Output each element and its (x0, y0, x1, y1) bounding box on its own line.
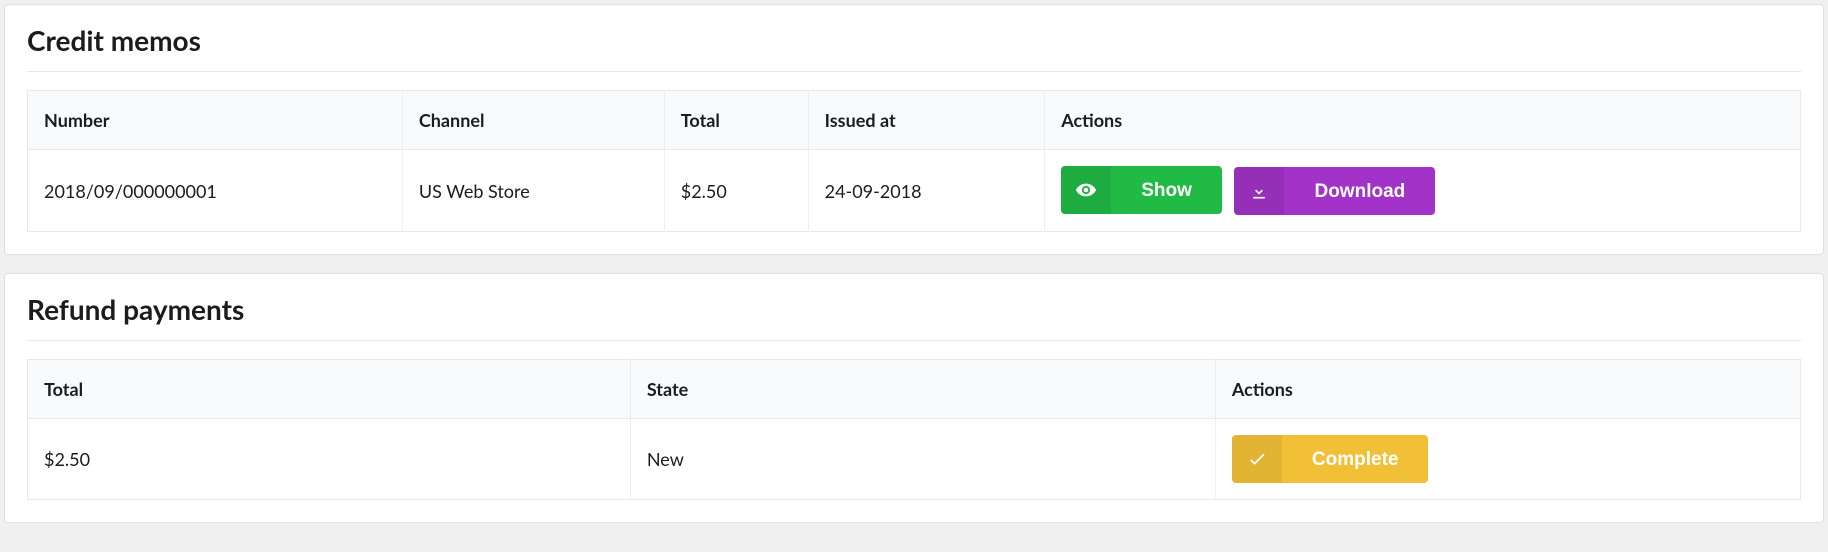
credit-memos-title: Credit memos (27, 23, 1801, 72)
show-button[interactable]: Show (1061, 166, 1222, 214)
check-icon (1232, 435, 1282, 483)
col-header-refund-total: Total (28, 360, 631, 419)
eye-icon (1061, 166, 1111, 214)
complete-button[interactable]: Complete (1232, 435, 1429, 483)
complete-button-label: Complete (1282, 435, 1429, 483)
cell-refund-actions: Complete (1215, 419, 1800, 500)
download-icon (1234, 167, 1284, 215)
col-header-total: Total (664, 91, 808, 150)
cell-actions: Show Download (1045, 150, 1801, 232)
download-button-label: Download (1284, 167, 1435, 215)
cell-refund-state: New (630, 419, 1215, 500)
table-row: $2.50 New Complete (28, 419, 1801, 500)
cell-channel: US Web Store (402, 150, 664, 232)
col-header-refund-actions: Actions (1215, 360, 1800, 419)
refund-payments-title: Refund payments (27, 292, 1801, 341)
col-header-refund-state: State (630, 360, 1215, 419)
col-header-issued-at: Issued at (808, 91, 1045, 150)
download-button[interactable]: Download (1234, 167, 1435, 215)
credit-memos-header-row: Number Channel Total Issued at Actions (28, 91, 1801, 150)
refund-payments-header-row: Total State Actions (28, 360, 1801, 419)
credit-memos-table: Number Channel Total Issued at Actions 2… (27, 90, 1801, 232)
col-header-number: Number (28, 91, 403, 150)
table-row: 2018/09/000000001 US Web Store $2.50 24-… (28, 150, 1801, 232)
cell-refund-total: $2.50 (28, 419, 631, 500)
col-header-actions: Actions (1045, 91, 1801, 150)
show-button-label: Show (1111, 166, 1222, 214)
col-header-channel: Channel (402, 91, 664, 150)
refund-payments-panel: Refund payments Total State Actions $2.5… (4, 273, 1824, 523)
cell-total: $2.50 (664, 150, 808, 232)
cell-issued-at: 24-09-2018 (808, 150, 1045, 232)
refund-payments-table: Total State Actions $2.50 New Complete (27, 359, 1801, 500)
cell-number: 2018/09/000000001 (28, 150, 403, 232)
credit-memos-panel: Credit memos Number Channel Total Issued… (4, 4, 1824, 255)
